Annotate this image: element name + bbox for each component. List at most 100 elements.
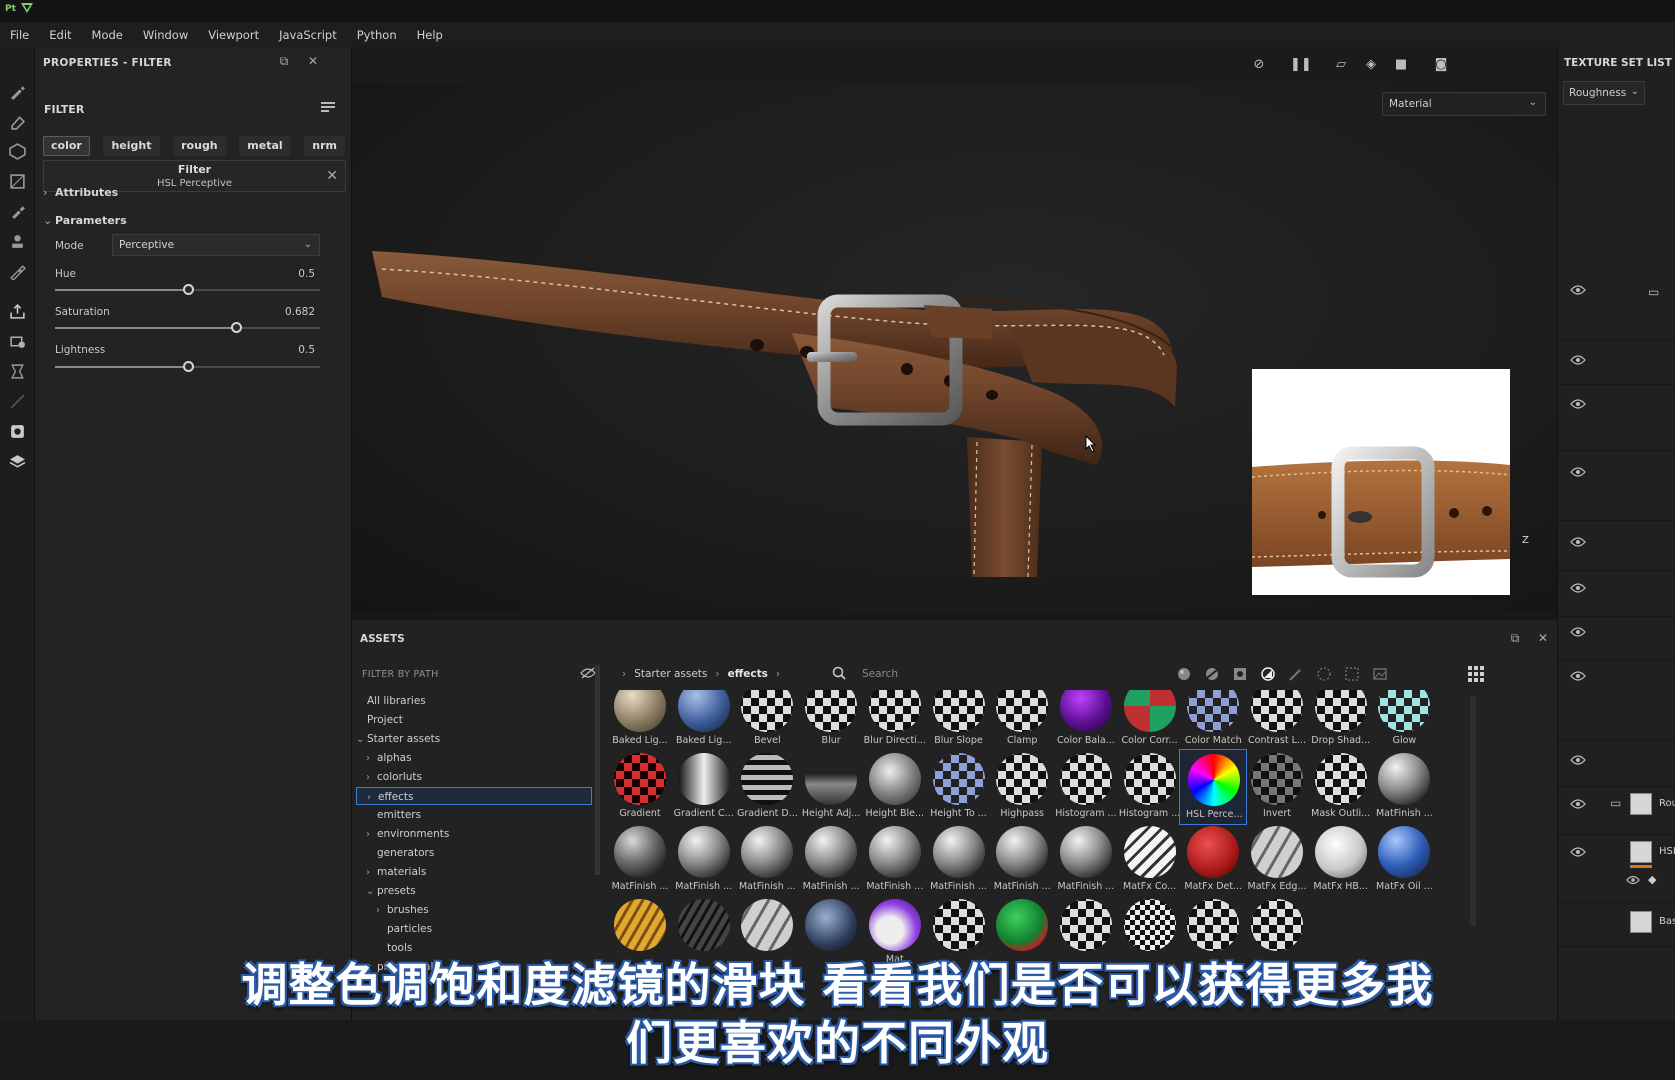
eye-icon[interactable]	[1570, 285, 1586, 295]
chevron-right-icon[interactable]: ›	[366, 769, 377, 787]
asset-tile[interactable]: MatFinish ...	[1052, 822, 1120, 898]
tree-item[interactable]: › materials	[356, 863, 426, 881]
lightness-slider-handle[interactable]	[182, 361, 194, 372]
breadcrumb-item[interactable]: effects	[728, 668, 768, 680]
bake-icon[interactable]	[9, 333, 26, 350]
asset-tile[interactable]: Invert	[1243, 749, 1311, 825]
app-menu-triangle-icon[interactable]	[21, 3, 33, 13]
chevron-right-icon[interactable]: ›	[366, 826, 377, 844]
menu-icon[interactable]	[321, 100, 335, 114]
hue-value[interactable]: 0.5	[298, 268, 315, 280]
asset-tile[interactable]: Height To ...	[925, 749, 993, 825]
layer-row[interactable]	[1558, 741, 1675, 787]
layer-name[interactable]: Rou	[1659, 798, 1675, 809]
chevron-right-icon[interactable]: ›	[366, 864, 377, 882]
asset-tile[interactable]: MatFx Edg...	[1243, 822, 1311, 898]
particles-filter-icon[interactable]	[1316, 666, 1332, 682]
layer-row[interactable]	[1558, 385, 1675, 451]
menu-viewport[interactable]: Viewport	[198, 28, 269, 42]
eye-icon[interactable]	[1570, 355, 1586, 365]
channel-metal[interactable]: metal	[239, 136, 291, 156]
asset-tile[interactable]: MatFinish ...	[925, 822, 993, 898]
layer-row[interactable]	[1558, 571, 1675, 617]
tree-scrollbar[interactable]	[595, 665, 600, 875]
tree-item[interactable]: ⌄ presets	[356, 882, 416, 900]
eye-icon[interactable]	[1626, 875, 1640, 885]
asset-tile[interactable]: Blur	[797, 690, 865, 752]
asset-tile[interactable]: Mask Outli...	[1307, 749, 1375, 825]
eye-icon[interactable]	[1570, 467, 1586, 477]
lightness-value[interactable]: 0.5	[298, 344, 315, 356]
lightness-slider[interactable]	[55, 361, 320, 372]
3d-viewport[interactable]: ⊘ ❚❚ ▱ ◈ ■ ◙ Material ⌄ Z	[352, 47, 1557, 612]
channel-rough[interactable]: rough	[173, 136, 226, 156]
color-picker-icon[interactable]	[9, 263, 26, 281]
asset-tile[interactable]: Color Match	[1179, 690, 1247, 752]
eraser-icon[interactable]	[9, 113, 26, 130]
asset-tile[interactable]: Height Ble...	[861, 749, 929, 825]
menu-window[interactable]: Window	[133, 28, 198, 42]
asset-tile[interactable]: Gradient C...	[670, 749, 738, 825]
eye-icon[interactable]	[1570, 847, 1586, 857]
asset-tile[interactable]: Gradient D...	[733, 749, 801, 825]
channel-nrm[interactable]: nrm	[304, 136, 345, 156]
attributes-section[interactable]: › Attributes	[43, 186, 118, 199]
layer-row[interactable]	[1558, 661, 1675, 741]
asset-tile[interactable]: Blur Slope	[925, 690, 993, 752]
display-settings-icon[interactable]	[9, 363, 26, 380]
eye-icon[interactable]	[1570, 627, 1586, 637]
asset-tile[interactable]: Drop Shad...	[1307, 690, 1375, 752]
channel-color[interactable]: color	[43, 136, 90, 156]
eye-icon[interactable]	[1570, 671, 1586, 681]
eye-icon[interactable]	[1570, 537, 1586, 547]
asset-tile[interactable]: MatFinish ...	[988, 822, 1056, 898]
tree-item[interactable]: All libraries	[356, 692, 426, 710]
tree-item[interactable]: tools	[356, 939, 412, 957]
asset-tile[interactable]: MatFx Oil ...	[1370, 822, 1438, 898]
layer-name[interactable]: HSL	[1659, 846, 1675, 857]
hue-slider[interactable]	[55, 284, 320, 295]
layer-row[interactable]	[1558, 617, 1675, 661]
layer-row[interactable]: ▭	[1558, 277, 1675, 341]
eye-icon[interactable]	[1570, 755, 1586, 765]
menu-python[interactable]: Python	[347, 28, 407, 42]
environment-filter-icon[interactable]	[1372, 666, 1388, 682]
channel-height[interactable]: height	[103, 136, 160, 156]
menu-mode[interactable]: Mode	[82, 28, 133, 42]
chevron-down-icon[interactable]: ⌄	[366, 883, 377, 901]
grid-scrollbar[interactable]	[1470, 696, 1476, 926]
chevron-right-icon[interactable]: ›	[768, 668, 788, 680]
asset-tile[interactable]: Color Bala...	[1052, 690, 1120, 752]
filter-type-icon[interactable]	[1260, 666, 1276, 682]
layer-row[interactable]	[1558, 451, 1675, 521]
asset-tile[interactable]: Clamp	[988, 690, 1056, 752]
tree-item[interactable]: › effects	[356, 787, 592, 805]
tree-item[interactable]: › alphas	[356, 749, 412, 767]
eye-icon[interactable]	[1570, 583, 1586, 593]
hide-icon[interactable]	[580, 667, 596, 679]
asset-tile[interactable]: Highpass	[988, 749, 1056, 825]
asset-tile[interactable]: MatFinish ...	[670, 822, 738, 898]
brush-filter-icon[interactable]	[1288, 666, 1304, 682]
asset-tile[interactable]: Gradient	[606, 749, 674, 825]
saturation-slider-handle[interactable]	[230, 322, 242, 333]
asset-tile[interactable]: MatFx Det...	[1179, 822, 1247, 898]
parameters-section[interactable]: ⌄ Parameters	[43, 214, 127, 227]
folder-icon[interactable]: ▭	[1610, 796, 1621, 810]
tree-item[interactable]: › environments	[356, 825, 449, 843]
asset-tile[interactable]: MatFinish ...	[606, 822, 674, 898]
asset-tile[interactable]: MatFinish ...	[797, 822, 865, 898]
tree-item[interactable]: Project	[356, 711, 403, 729]
asset-tile[interactable]: MatFinish ...	[861, 822, 929, 898]
asset-tile[interactable]: MatFinish ...	[1370, 749, 1438, 825]
channel-dropdown[interactable]: Roughness ⌄	[1563, 81, 1645, 105]
layer-name[interactable]: Bas	[1659, 916, 1675, 927]
folder-icon[interactable]: ▭	[1648, 285, 1659, 299]
asset-tile[interactable]: Height Adj...	[797, 749, 865, 825]
clone-stamp-icon[interactable]	[9, 233, 26, 250]
hue-slider-handle[interactable]	[182, 284, 194, 295]
tree-item[interactable]: ⌄ Starter assets	[356, 730, 440, 748]
close-icon[interactable]: ✕	[1535, 630, 1551, 646]
asset-tile[interactable]: Baked Lig...	[670, 690, 738, 752]
tree-item[interactable]: › colorluts	[356, 768, 422, 786]
